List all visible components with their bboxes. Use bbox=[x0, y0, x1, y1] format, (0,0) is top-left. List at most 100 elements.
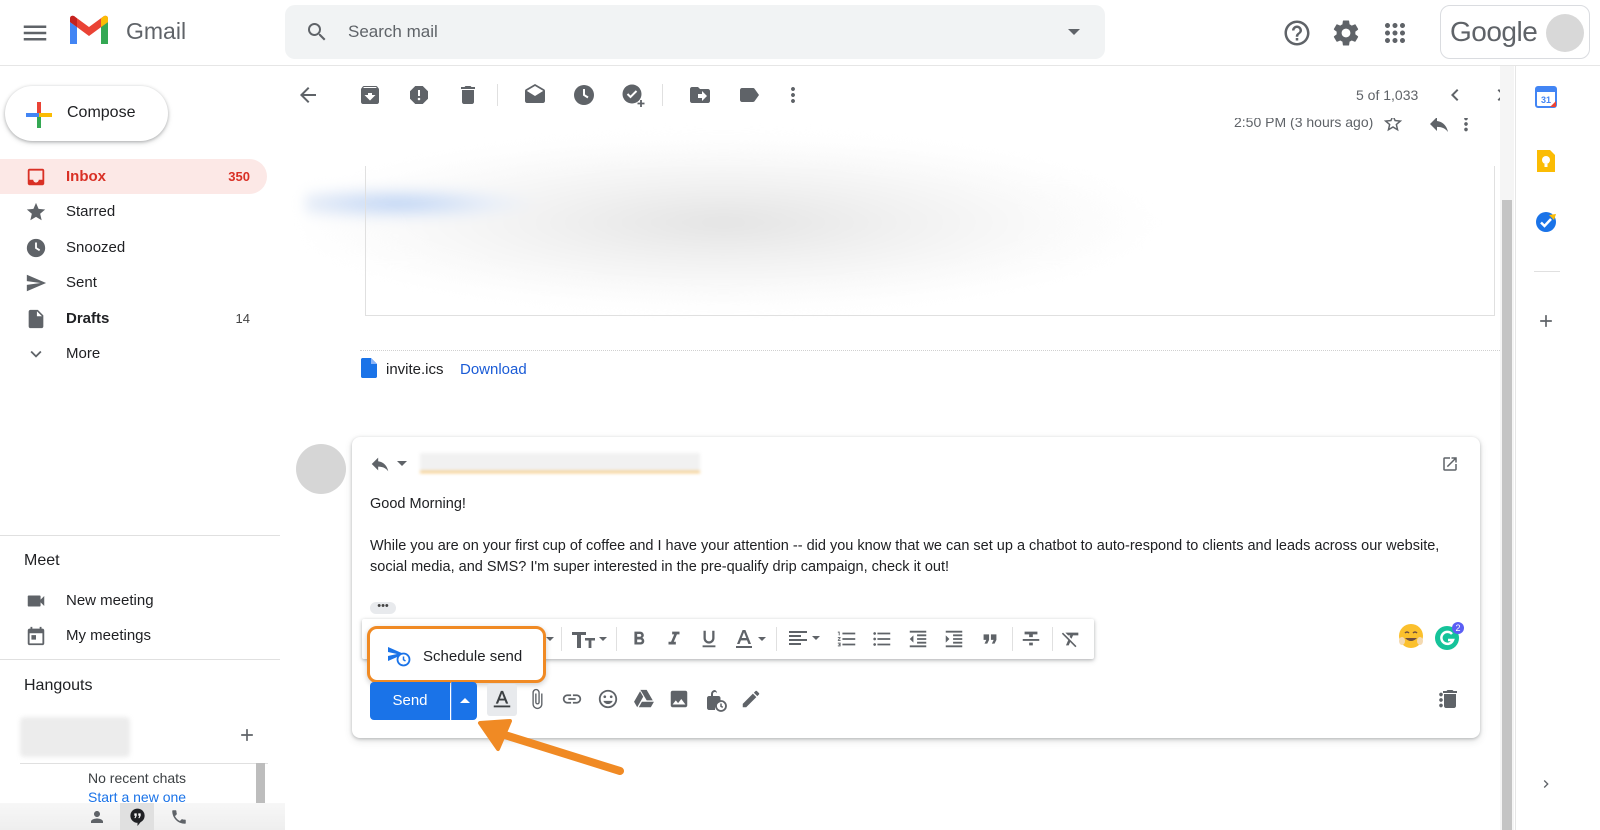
bold-icon[interactable] bbox=[628, 628, 650, 650]
archive-icon[interactable] bbox=[358, 83, 382, 107]
reply-arrow-icon[interactable] bbox=[1427, 118, 1451, 136]
hangouts-bottom-bar bbox=[0, 803, 285, 830]
message-more-vertical-icon[interactable] bbox=[1455, 118, 1477, 135]
toolbar-separator bbox=[1052, 627, 1053, 651]
app-name[interactable]: Gmail bbox=[126, 18, 186, 45]
main-scrollbar-thumb[interactable] bbox=[1502, 200, 1512, 830]
numbered-list-icon[interactable] bbox=[836, 628, 858, 650]
expand-panel-chevron-icon[interactable] bbox=[1538, 776, 1554, 792]
toolbar-separator bbox=[497, 84, 498, 106]
sidebar-item-snoozed[interactable]: Snoozed bbox=[0, 230, 267, 265]
get-addons-plus-icon[interactable] bbox=[1536, 311, 1556, 331]
send-arrow-icon bbox=[25, 272, 47, 294]
strikethrough-icon[interactable] bbox=[1020, 628, 1042, 650]
phone-icon[interactable] bbox=[170, 808, 188, 826]
apps-grid-icon[interactable] bbox=[1380, 18, 1410, 48]
sidebar-item-starred[interactable]: Starred bbox=[0, 194, 267, 229]
help-icon[interactable] bbox=[1282, 18, 1312, 48]
account-avatar[interactable] bbox=[1546, 14, 1584, 52]
side-panel-rail: 31 bbox=[1515, 66, 1600, 830]
reply-type-dropdown-icon[interactable] bbox=[397, 460, 407, 468]
attachment-filename[interactable]: invite.ics bbox=[386, 361, 444, 378]
add-chat-plus-icon[interactable] bbox=[237, 725, 257, 745]
snooze-clock-icon[interactable] bbox=[572, 83, 596, 107]
svg-text:2: 2 bbox=[1455, 623, 1460, 633]
sidebar-item-label: Inbox bbox=[66, 168, 106, 185]
show-trimmed-content-button[interactable]: ••• bbox=[370, 601, 396, 614]
sidebar-item-label: Snoozed bbox=[66, 239, 126, 256]
align-dropdown-icon[interactable] bbox=[787, 628, 823, 650]
search-input[interactable] bbox=[348, 18, 988, 46]
sidebar-item-more[interactable]: More bbox=[0, 336, 267, 371]
more-vertical-icon[interactable] bbox=[781, 83, 805, 107]
hangouts-tab[interactable] bbox=[120, 803, 154, 830]
attachment-download-link[interactable]: Download bbox=[460, 361, 527, 378]
quote-icon[interactable] bbox=[979, 628, 1001, 650]
discard-draft-trash-icon[interactable] bbox=[1438, 687, 1462, 711]
move-to-folder-icon[interactable] bbox=[688, 83, 712, 107]
email-body-editor[interactable]: Good Morning! While you are on your firs… bbox=[370, 494, 1460, 599]
hangouts-scrollbar[interactable] bbox=[256, 763, 265, 803]
reply-type-icon[interactable] bbox=[369, 453, 391, 475]
settings-gear-icon[interactable] bbox=[1331, 18, 1361, 48]
compose-button[interactable]: Compose bbox=[5, 86, 168, 141]
clock-icon bbox=[25, 237, 47, 259]
unread-count: 350 bbox=[228, 169, 250, 184]
bulleted-list-icon[interactable] bbox=[871, 628, 893, 650]
google-account-button[interactable]: Google bbox=[1440, 5, 1590, 59]
send-button[interactable]: Send bbox=[370, 682, 450, 720]
schedule-send-icon bbox=[387, 645, 411, 667]
older-chevron-left-icon[interactable] bbox=[1443, 83, 1467, 107]
annotation-arrow-icon bbox=[470, 705, 640, 785]
underline-icon[interactable] bbox=[698, 628, 720, 650]
hangouts-section-title: Hangouts bbox=[24, 677, 93, 694]
add-to-tasks-icon[interactable] bbox=[621, 83, 647, 109]
grammarly-icon[interactable]: 2 bbox=[1434, 622, 1464, 652]
video-camera-icon bbox=[25, 590, 47, 612]
sidebar-item-drafts[interactable]: Drafts 14 bbox=[0, 301, 267, 336]
font-size-icon[interactable] bbox=[570, 628, 610, 650]
indent-more-icon[interactable] bbox=[943, 628, 965, 650]
star-outline-icon[interactable] bbox=[1382, 118, 1404, 134]
sidebar-item-inbox[interactable]: Inbox 350 bbox=[0, 159, 267, 194]
meet-my-meetings[interactable]: My meetings bbox=[0, 618, 267, 653]
contacts-person-icon[interactable] bbox=[88, 808, 106, 826]
search-options-dropdown-icon[interactable] bbox=[1067, 27, 1081, 37]
pop-out-icon[interactable] bbox=[1441, 455, 1459, 473]
main-menu-icon[interactable] bbox=[20, 18, 50, 48]
indent-less-icon[interactable] bbox=[907, 628, 929, 650]
google-tasks-icon[interactable] bbox=[1535, 211, 1557, 233]
font-dropdown-arrow-icon[interactable] bbox=[545, 628, 555, 650]
emoji-reaction-icon[interactable] bbox=[1397, 622, 1425, 650]
svg-text:31: 31 bbox=[1541, 95, 1551, 105]
calendar-icon bbox=[25, 625, 47, 647]
text-color-icon[interactable] bbox=[733, 628, 769, 650]
sidebar-item-sent[interactable]: Sent bbox=[0, 265, 267, 300]
italic-icon[interactable] bbox=[663, 628, 685, 650]
hangouts-chat-list: No recent chats Start a new one bbox=[20, 763, 268, 803]
toolbar-separator bbox=[1012, 627, 1013, 651]
label-tag-icon[interactable] bbox=[737, 83, 761, 107]
google-calendar-icon[interactable]: 31 bbox=[1535, 86, 1557, 108]
back-arrow-icon[interactable] bbox=[296, 83, 320, 107]
compose-plus-icon bbox=[23, 99, 55, 131]
mark-unread-icon[interactable] bbox=[523, 83, 547, 107]
schedule-send-menu-item[interactable]: Schedule send bbox=[367, 626, 546, 683]
hangouts-user-chip[interactable] bbox=[20, 717, 130, 757]
search-bar[interactable] bbox=[285, 5, 1105, 59]
report-spam-icon[interactable] bbox=[407, 83, 431, 107]
delete-trash-icon[interactable] bbox=[456, 83, 480, 107]
start-new-chat-link[interactable]: Start a new one bbox=[88, 789, 186, 803]
recipient-field[interactable] bbox=[420, 453, 700, 473]
email-greeting: Good Morning! bbox=[370, 496, 466, 512]
search-icon[interactable] bbox=[305, 20, 329, 44]
sidebar-item-label: Drafts bbox=[66, 310, 110, 327]
insert-signature-pen-icon[interactable] bbox=[740, 688, 762, 710]
remove-formatting-icon[interactable] bbox=[1060, 628, 1082, 650]
google-keep-icon[interactable] bbox=[1535, 150, 1557, 172]
insert-photo-icon[interactable] bbox=[668, 688, 690, 710]
caret-up-icon bbox=[460, 697, 470, 704]
confidential-mode-icon[interactable] bbox=[703, 688, 727, 712]
gmail-logo-icon[interactable] bbox=[67, 14, 111, 48]
meet-new-meeting[interactable]: New meeting bbox=[0, 583, 267, 618]
